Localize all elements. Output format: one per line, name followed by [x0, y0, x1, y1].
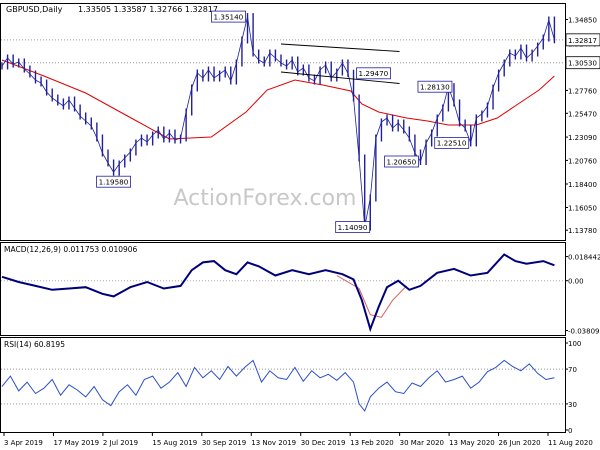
- rsi-y-tick-label: 30: [568, 401, 577, 409]
- price-y-tick-label: 1.13780: [568, 227, 597, 235]
- x-tick-label: 30 Dec 2019: [301, 439, 346, 447]
- macd-y-tick-label: 0.00: [568, 278, 584, 286]
- x-tick-label: 17 May 2019: [53, 439, 99, 447]
- x-tick-label: 13 May 2020: [449, 439, 495, 447]
- annotation-label: 1.14090: [338, 223, 368, 232]
- rsi-y-tick-label: 70: [568, 366, 577, 374]
- x-tick-label: 30 Sep 2019: [202, 439, 246, 447]
- reference-level-label: 1.30530: [568, 60, 597, 68]
- macd-y-tick-label: 0.018442: [568, 254, 600, 262]
- price-y-tick-label: 1.20760: [568, 157, 597, 165]
- price-y-tick-label: 1.23090: [568, 134, 597, 142]
- rsi-y-tick-label: 0: [568, 427, 572, 435]
- rsi-title: RSI(14) 60.8195: [4, 340, 65, 349]
- annotation-label: 1.22510: [437, 139, 467, 148]
- chart-canvas: ActionForex.com GBPUSD,Daily 1.33505 1.3…: [0, 0, 600, 450]
- x-tick-label: 13 Nov 2019: [251, 439, 296, 447]
- annotation-label: 1.19580: [99, 178, 129, 187]
- watermark: ActionForex.com: [174, 186, 357, 211]
- current-price-label: 1.32817: [568, 37, 597, 45]
- symbol-timeframe-label: GBPUSD,Daily: [6, 5, 63, 14]
- x-tick-label: 26 Jun 2020: [499, 439, 541, 447]
- x-tick-label: 30 Mar 2020: [400, 439, 444, 447]
- x-tick-label: 15 Aug 2019: [152, 439, 197, 447]
- price-y-tick-label: 1.34850: [568, 17, 597, 25]
- macd-y-tick-label: -0.038095: [568, 328, 600, 336]
- price-y-tick-label: 1.27760: [568, 87, 597, 95]
- price-y-tick-label: 1.16050: [568, 205, 597, 213]
- annotation-label: 1.20650: [387, 157, 417, 166]
- x-tick-label: 2 Jul 2019: [103, 439, 138, 447]
- price-y-tick-label: 1.25470: [568, 110, 597, 118]
- annotation-label: 1.28130: [420, 83, 450, 92]
- x-tick-label: 11 Aug 2020: [548, 439, 593, 447]
- ohlc-readout: 1.33505 1.33587 1.32766 1.32817: [78, 5, 218, 14]
- annotation-label: 1.35140: [214, 12, 244, 21]
- macd-title: MACD(12,26,9) 0.011753 0.010906: [4, 245, 138, 254]
- price-y-tick-label: 1.18400: [568, 181, 597, 189]
- x-tick-label: 3 Apr 2019: [4, 439, 43, 447]
- x-tick-label: 13 Feb 2020: [350, 439, 394, 447]
- annotation-label: 1.29470: [359, 69, 389, 78]
- rsi-y-tick-label: 100: [568, 340, 581, 348]
